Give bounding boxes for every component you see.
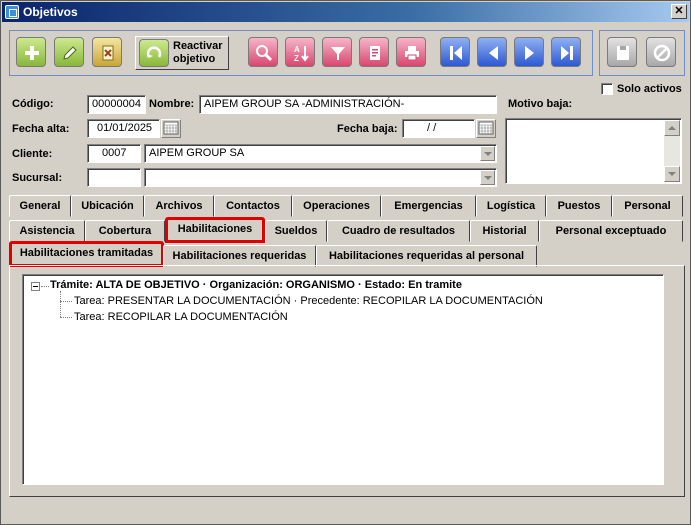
tab-general[interactable]: General [9, 195, 71, 217]
delete-button[interactable] [92, 37, 122, 67]
cancel-button[interactable] [646, 37, 676, 67]
fecha-baja-calendar-button[interactable] [476, 119, 496, 138]
delete-icon [102, 45, 114, 61]
previous-icon [489, 46, 498, 60]
subtab-habilitaciones-requeridas[interactable]: Habilitaciones requeridas [163, 245, 316, 267]
next-icon [525, 46, 534, 60]
tab-logistica[interactable]: Logística [476, 195, 546, 217]
last-record-button[interactable] [551, 37, 581, 67]
objetivos-window: Objetivos ✕ Reactivar objetivo AZ Solo a… [0, 0, 691, 525]
app-icon [5, 5, 19, 19]
calendar-icon [478, 121, 494, 135]
next-record-button[interactable] [514, 37, 544, 67]
tree-connector [41, 286, 49, 287]
chevron-down-icon[interactable] [480, 146, 495, 161]
tab-emergencias[interactable]: Emergencias [381, 195, 476, 217]
chevron-down-icon[interactable] [480, 170, 495, 185]
sucursal-label: Sucursal: [12, 172, 63, 184]
tree-root-node[interactable]: Trámite: ALTA DE OBJETIVO · Organización… [50, 279, 462, 291]
secondary-toolbar [599, 30, 685, 76]
print-icon [405, 46, 419, 61]
svg-text:Z: Z [294, 54, 299, 63]
first-icon [450, 46, 462, 60]
close-button[interactable]: ✕ [671, 4, 687, 19]
tab-personal-exceptuado[interactable]: Personal exceptuado [539, 220, 683, 242]
tree-connector [60, 317, 72, 318]
tab-historial[interactable]: Historial [470, 220, 539, 242]
subtab-habilitaciones-requeridas-al-personal[interactable]: Habilitaciones requeridas al personal [316, 245, 537, 267]
tab-asistencia[interactable]: Asistencia [9, 220, 85, 242]
tree-child-node[interactable]: Tarea: RECOPILAR LA DOCUMENTACIÓN [74, 311, 288, 323]
subtab-habilitaciones-tramitadas[interactable]: Habilitaciones tramitadas [9, 241, 164, 267]
edit-button[interactable] [54, 37, 84, 67]
sucursal-combo[interactable] [144, 168, 497, 187]
fecha-alta-calendar-button[interactable] [161, 119, 181, 138]
motivo-baja-label: Motivo baja: [508, 98, 573, 110]
svg-text:A: A [294, 45, 300, 54]
sort-button[interactable]: AZ [285, 37, 315, 67]
reactivate-label: Reactivar objetivo [173, 40, 223, 65]
fecha-baja-label: Fecha baja: [337, 123, 398, 135]
calendar-icon [163, 121, 179, 135]
solo-activos-label: Solo activos [617, 83, 682, 95]
tab-contactos[interactable]: Contactos [214, 195, 292, 217]
tab-cuadro-de-resultados[interactable]: Cuadro de resultados [327, 220, 470, 242]
cliente-combo[interactable]: AIPEM GROUP SA [144, 144, 497, 163]
memo-scrollbar[interactable] [664, 120, 680, 182]
fecha-alta-field[interactable]: 01/01/2025 [87, 119, 160, 138]
codigo-label: Código: [12, 98, 54, 110]
save-icon [617, 46, 629, 60]
tab-archivos[interactable]: Archivos [144, 195, 214, 217]
cliente-label: Cliente: [12, 148, 53, 160]
motivo-baja-memo[interactable] [505, 118, 682, 184]
tramites-tree[interactable]: Trámite: ALTA DE OBJETIVO · Organización… [22, 274, 664, 485]
solo-activos-checkbox[interactable] [601, 83, 613, 95]
previous-record-button[interactable] [477, 37, 507, 67]
fecha-alta-label: Fecha alta: [12, 123, 70, 135]
title-bar: Objetivos ✕ [2, 2, 689, 22]
tree-connector [60, 291, 61, 317]
tab-personal[interactable]: Personal [612, 195, 683, 217]
reactivate-icon [139, 39, 169, 67]
nombre-field[interactable]: AIPEM GROUP SA -ADMINISTRACIÓN- [199, 95, 497, 114]
scroll-down-icon[interactable] [664, 166, 680, 182]
cancel-icon [653, 44, 671, 62]
add-icon [25, 46, 39, 60]
reactivate-button[interactable]: Reactivar objetivo [135, 36, 229, 70]
scroll-up-icon[interactable] [664, 120, 680, 136]
sucursal-code-field[interactable] [87, 168, 141, 187]
main-toolbar: Reactivar objetivo AZ [9, 30, 593, 76]
print-button[interactable] [396, 37, 426, 67]
save-button[interactable] [607, 37, 637, 67]
filter-icon [331, 47, 345, 60]
tab-operaciones[interactable]: Operaciones [292, 195, 381, 217]
fecha-baja-field[interactable]: / / [402, 119, 475, 138]
filter-button[interactable] [322, 37, 352, 67]
report-icon [370, 46, 380, 60]
tab-ubicacion[interactable]: Ubicación [71, 195, 144, 217]
collapse-icon[interactable] [31, 282, 40, 291]
cliente-name: AIPEM GROUP SA [149, 147, 245, 159]
last-icon [561, 46, 573, 60]
search-button[interactable] [248, 37, 278, 67]
tree-connector [60, 301, 72, 302]
cliente-code-field[interactable]: 0007 [87, 144, 141, 163]
window-title: Objetivos [23, 5, 78, 19]
sort-icon: AZ [294, 45, 309, 63]
first-record-button[interactable] [440, 37, 470, 67]
tab-cobertura[interactable]: Cobertura [85, 220, 165, 242]
edit-icon [63, 46, 77, 60]
tab-puestos[interactable]: Puestos [546, 195, 612, 217]
report-button[interactable] [359, 37, 389, 67]
nombre-label: Nombre: [149, 98, 195, 110]
tab-habilitaciones[interactable]: Habilitaciones [165, 217, 265, 243]
tab-sueldos[interactable]: Sueldos [265, 220, 327, 242]
tree-child-node[interactable]: Tarea: PRESENTAR LA DOCUMENTACIÓN · Prec… [74, 295, 543, 307]
search-icon [256, 45, 273, 62]
codigo-field[interactable]: 00000004 [87, 95, 146, 114]
add-button[interactable] [16, 37, 46, 67]
